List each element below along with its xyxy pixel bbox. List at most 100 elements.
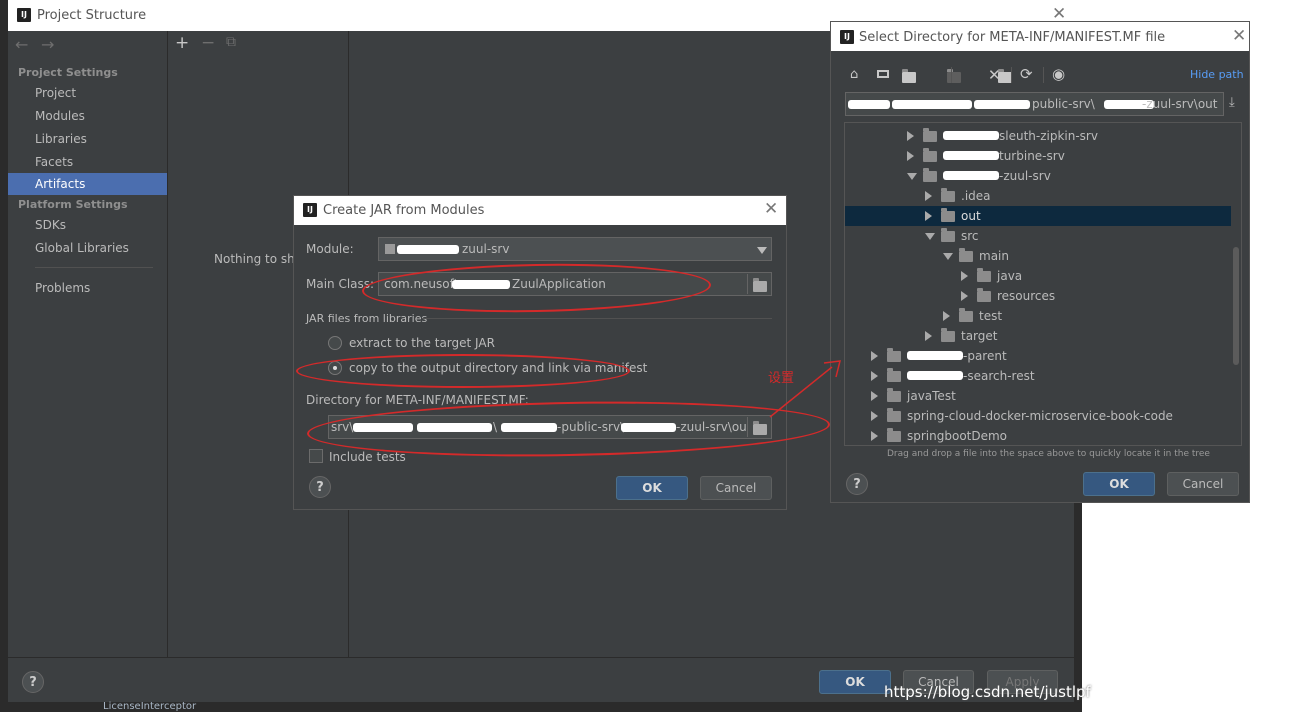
tree-node[interactable]: out — [845, 206, 1231, 226]
back-arrow-icon[interactable]: ← — [15, 35, 28, 54]
forward-arrow-icon[interactable]: → — [41, 35, 54, 54]
tree-node[interactable]: sleuth-zipkin-srv — [845, 126, 1231, 146]
chevron-right-icon[interactable] — [871, 431, 878, 441]
sidebar-item-libraries[interactable]: Libraries — [35, 132, 87, 146]
project-folder-icon[interactable] — [902, 69, 916, 83]
help-button[interactable]: ? — [309, 476, 331, 498]
chevron-right-icon[interactable] — [943, 311, 950, 321]
chevron-right-icon[interactable] — [907, 151, 914, 161]
help-button[interactable]: ? — [22, 671, 44, 693]
tree-node[interactable]: turbine-srv — [845, 146, 1231, 166]
help-button[interactable]: ? — [846, 473, 868, 495]
chevron-right-icon[interactable] — [871, 391, 878, 401]
tree-node[interactable]: test — [845, 306, 1231, 326]
tree-node-label: main — [979, 249, 1009, 263]
tree-node-label: springbootDemo — [907, 429, 1008, 443]
chevron-down-icon[interactable] — [907, 173, 917, 180]
chevron-right-icon[interactable] — [925, 211, 932, 221]
download-icon[interactable]: ⤓ — [1229, 95, 1235, 110]
separator-line — [422, 318, 772, 319]
tree-node[interactable]: -parent — [845, 346, 1231, 366]
copy-icon[interactable]: ⧉ — [226, 34, 236, 50]
path-mid: public-srv\ — [1032, 97, 1095, 111]
drag-drop-hint: Drag and drop a file into the space abov… — [887, 449, 1210, 459]
folder-icon — [887, 408, 901, 422]
tree-node-label: resources — [997, 289, 1056, 303]
folder-icon — [959, 308, 973, 322]
redacted-text — [907, 371, 963, 380]
sidebar-item-sdks[interactable]: SDKs — [35, 218, 66, 232]
hide-path-link[interactable]: Hide path — [1190, 68, 1244, 81]
chevron-right-icon[interactable] — [871, 371, 878, 381]
chevron-down-icon[interactable] — [943, 253, 953, 260]
chevron-right-icon[interactable] — [871, 411, 878, 421]
directory-tree[interactable]: sleuth-zipkin-srv turbine-srv -zuul-srv .id… — [844, 122, 1242, 446]
show-hidden-icon[interactable]: ◉ — [1052, 65, 1065, 83]
include-tests-checkbox[interactable] — [309, 449, 323, 463]
delete-icon[interactable]: ✕ — [988, 66, 1001, 84]
add-icon[interactable]: + — [175, 33, 189, 53]
path-field[interactable]: public-srv\ -zuul-srv\out — [845, 92, 1224, 116]
chevron-down-icon[interactable] — [925, 233, 935, 240]
tree-node[interactable]: springbootDemo — [845, 426, 1231, 445]
ok-button[interactable]: OK — [1083, 472, 1155, 496]
annotation-arrow-head — [823, 360, 841, 378]
module-select[interactable]: zuul-srv — [378, 237, 772, 261]
tree-node-label: target — [961, 329, 998, 343]
folder-icon — [959, 248, 973, 262]
chevron-right-icon[interactable] — [907, 131, 914, 141]
home-icon[interactable]: ⌂ — [850, 67, 858, 82]
redacted-text — [892, 100, 972, 109]
tree-node-label: -search-rest — [963, 369, 1035, 383]
intellij-icon: IJ — [840, 30, 854, 44]
chevron-right-icon[interactable] — [925, 331, 932, 341]
cancel-button[interactable]: Cancel — [700, 476, 772, 500]
radio-extract[interactable] — [328, 336, 342, 350]
close-icon[interactable]: ✕ — [1232, 28, 1246, 45]
module-icon — [385, 244, 395, 254]
chevron-right-icon[interactable] — [871, 351, 878, 361]
tree-node-label: src — [961, 229, 979, 243]
close-icon[interactable]: ✕ — [764, 201, 778, 218]
tree-node[interactable]: resources — [845, 286, 1231, 306]
sidebar-item-facets[interactable]: Facets — [35, 155, 73, 169]
ok-button[interactable]: OK — [616, 476, 688, 500]
chevron-right-icon[interactable] — [961, 271, 968, 281]
tree-node[interactable]: -search-rest — [845, 366, 1231, 386]
remove-icon[interactable]: − — [201, 33, 215, 53]
background-code-text: LicenseInterceptor — [103, 701, 197, 712]
desktop-icon[interactable] — [877, 70, 889, 78]
radio-extract-label[interactable]: extract to the target JAR — [349, 336, 495, 350]
module-folder-icon[interactable] — [946, 69, 961, 83]
browse-folder-icon[interactable] — [747, 274, 772, 294]
annotation-arrow — [769, 360, 841, 418]
tree-node[interactable]: target — [845, 326, 1231, 346]
folder-icon — [887, 348, 901, 362]
sidebar-item-global-libraries[interactable]: Global Libraries — [35, 241, 129, 255]
refresh-icon[interactable]: ⟳ — [1020, 65, 1033, 83]
ide-background-right — [1074, 503, 1082, 712]
cancel-button[interactable]: Cancel — [1167, 472, 1239, 496]
tree-node[interactable]: javaTest — [845, 386, 1231, 406]
tree-node[interactable]: java — [845, 266, 1231, 286]
redacted-text — [943, 171, 999, 180]
tree-scrollbar[interactable] — [1233, 247, 1239, 365]
settings-sidebar: ← → Project Settings Project Modules Lib… — [8, 31, 168, 657]
tree-node-label: test — [979, 309, 1003, 323]
chevron-right-icon[interactable] — [961, 291, 968, 301]
tree-node[interactable]: -zuul-srv — [845, 166, 1231, 186]
tree-node-label: java — [997, 269, 1023, 283]
toolbar-divider — [1011, 67, 1012, 83]
sidebar-item-project[interactable]: Project — [35, 86, 76, 100]
sidebar-item-problems[interactable]: Problems — [35, 281, 90, 295]
chevron-right-icon[interactable] — [925, 191, 932, 201]
ok-button[interactable]: OK — [819, 670, 891, 694]
tree-node[interactable]: main — [845, 246, 1231, 266]
sidebar-item-modules[interactable]: Modules — [35, 109, 85, 123]
tree-node[interactable]: .idea — [845, 186, 1231, 206]
tree-node[interactable]: src — [845, 226, 1231, 246]
intellij-icon: IJ — [303, 203, 317, 217]
sidebar-item-artifacts[interactable]: Artifacts — [8, 173, 167, 195]
sidebar-divider — [35, 267, 153, 268]
tree-node[interactable]: spring-cloud-docker-microservice-book-co… — [845, 406, 1231, 426]
